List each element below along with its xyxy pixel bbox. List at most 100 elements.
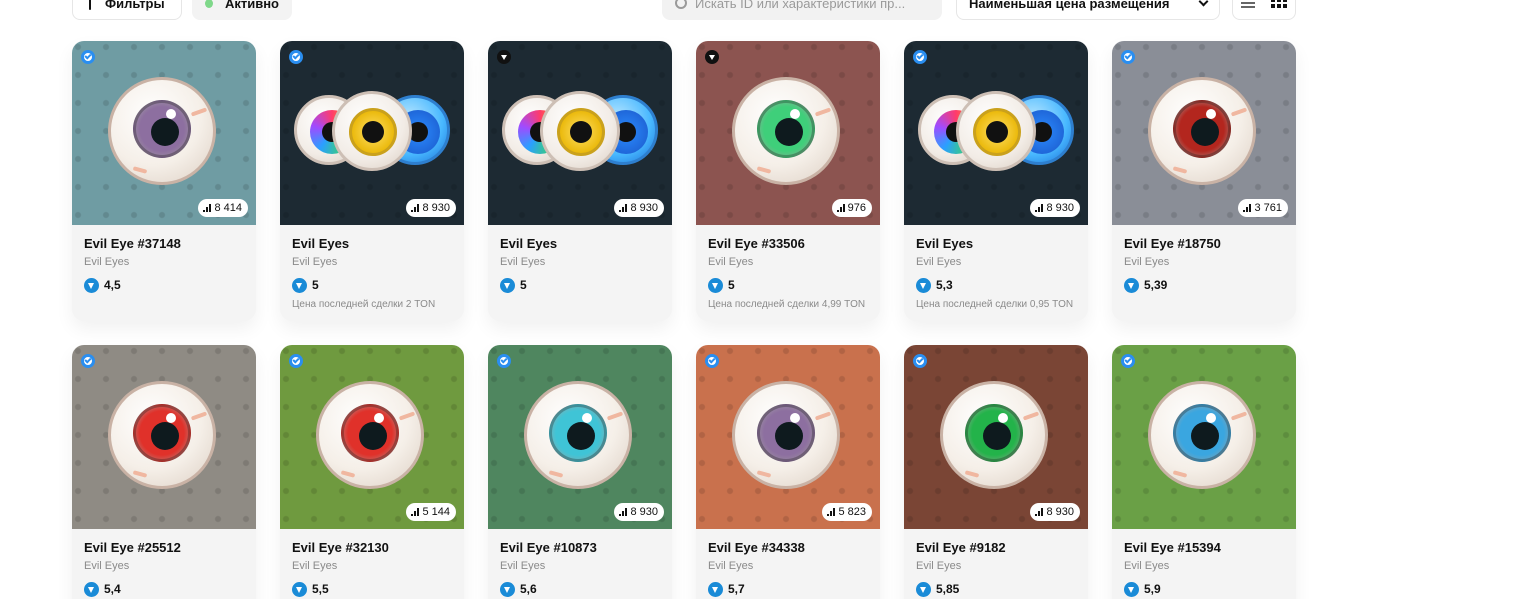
nft-artwork: 8 930 [488,345,672,529]
ton-icon [500,277,515,293]
nft-card[interactable]: 8 930 Evil Eye #9182 Evil Eyes 5,85 [904,345,1088,599]
signal-bars-icon [203,204,212,212]
evil-eye-image [1148,381,1256,489]
search-input[interactable]: Искать ID или характеристики пр... [662,0,942,20]
nft-name: Evil Eyes [292,236,350,251]
verified-check-icon [1121,50,1135,64]
nft-artwork: 8 930 [904,345,1088,529]
evil-eye-image [1148,77,1256,185]
last-sale-price: Цена последней сделки 4,99 TON [708,299,866,310]
supply-count: 5 823 [838,506,866,518]
verified-check-icon [497,354,511,368]
ton-icon [708,277,723,293]
supply-badge: 8 930 [614,199,664,217]
price-value: 5,4 [104,582,121,596]
price: 5 [708,277,868,293]
verified-check-icon [81,354,95,368]
toolbar: Фильтры Активно Искать ID или характерис… [0,0,1533,20]
nft-artwork: 976 [696,41,880,225]
last-sale-price: Цена последней сделки 2 TON [292,299,436,310]
nft-artwork [72,345,256,529]
active-status-dot-icon [205,0,213,8]
nft-card[interactable]: 8 930 Evil Eyes Evil Eyes 5 [488,41,672,321]
supply-count: 3 761 [1254,202,1282,214]
ton-icon [916,581,931,597]
price-value: 5,9 [1144,582,1161,596]
verified-check-icon [1121,354,1135,368]
verified-check-icon [289,50,303,64]
verified-check-icon [705,354,719,368]
nft-card[interactable]: 976 Evil Eye #33506 Evil Eyes 5 Цена пос… [696,41,880,321]
nft-name: Evil Eyes [500,236,558,251]
supply-count: 5 144 [422,506,450,518]
nft-card[interactable]: 8 414 Evil Eye #37148 Evil Eyes 4,5 [72,41,256,321]
price-value: 5,3 [936,278,953,292]
signal-bars-icon [619,508,628,516]
nft-card[interactable]: 8 930 Evil Eyes Evil Eyes 5,3 Цена после… [904,41,1088,321]
ton-icon [84,581,99,597]
collection-name: Evil Eyes [708,560,754,572]
collection-name: Evil Eyes [84,560,130,572]
nft-name: Evil Eyes [916,236,974,251]
collection-name: Evil Eyes [84,256,130,268]
supply-count: 8 930 [630,202,658,214]
filters-label: Фильтры [105,0,165,11]
nft-card[interactable]: 5 144 Evil Eye #32130 Evil Eyes 5,5 [280,345,464,599]
ton-icon [1124,277,1139,293]
nft-card[interactable]: 8 930 Evil Eyes Evil Eyes 5 Цена последн… [280,41,464,321]
nft-artwork: 5 823 [696,345,880,529]
price-value: 5,5 [312,582,329,596]
nft-card[interactable]: 8 930 Evil Eye #10873 Evil Eyes 5,6 [488,345,672,599]
evil-eye-image [524,381,632,489]
active-label: Активно [224,0,279,11]
grid-view-icon[interactable] [1271,0,1287,8]
supply-badge: 8 930 [1030,199,1080,217]
sort-label: Наименьшая цена размещения [969,0,1170,11]
list-view-icon[interactable] [1241,0,1255,8]
view-toggle [1232,0,1296,20]
signal-bars-icon [411,508,420,516]
collection-name: Evil Eyes [500,560,546,572]
price: 5,9 [1124,581,1284,597]
supply-badge: 976 [831,199,872,217]
price-value: 5,85 [936,582,960,596]
active-filter-chip[interactable]: Активно [192,0,292,20]
nft-card[interactable]: 5 823 Evil Eye #34338 Evil Eyes 5,7 [696,345,880,599]
verified-check-icon [913,354,927,368]
price: 5,6 [500,581,660,597]
filter-icon [85,0,95,10]
ton-icon [500,581,515,597]
price-value: 5,6 [520,582,537,596]
supply-badge: 8 930 [1030,503,1080,521]
nft-name: Evil Eye #34338 [708,540,805,555]
price: 5,7 [708,581,868,597]
evil-eye-image [940,381,1048,489]
sort-dropdown[interactable]: Наименьшая цена размещения [956,0,1220,20]
nft-card[interactable]: Evil Eye #25512 Evil Eyes 5,4 [72,345,256,599]
nft-card[interactable]: Evil Eye #15394 Evil Eyes 5,9 [1112,345,1296,599]
signal-bars-icon [827,508,836,516]
nft-name: Evil Eye #9182 [916,540,1006,555]
nft-artwork: 5 144 [280,345,464,529]
supply-badge: 3 761 [1238,199,1288,217]
nft-name: Evil Eye #15394 [1124,540,1221,555]
nft-card[interactable]: 3 761 Evil Eye #18750 Evil Eyes 5,39 [1112,41,1296,321]
search-icon [675,0,687,9]
filters-button[interactable]: Фильтры [72,0,182,20]
evil-eye-image [732,381,840,489]
price-value: 5 [312,278,319,292]
supply-badge: 8 930 [406,199,456,217]
signal-bars-icon [411,204,420,212]
chevron-down-icon [1198,0,1209,6]
nft-name: Evil Eye #37148 [84,236,181,251]
ton-icon [292,277,307,293]
evil-eye-image [108,77,216,185]
price-value: 5 [728,278,735,292]
collection-name: Evil Eyes [916,256,962,268]
price: 5 [292,277,452,293]
collection-name: Evil Eyes [1124,256,1170,268]
nft-artwork [1112,345,1296,529]
nft-name: Evil Eye #25512 [84,540,181,555]
nft-artwork: 8 414 [72,41,256,225]
price: 4,5 [84,277,244,293]
